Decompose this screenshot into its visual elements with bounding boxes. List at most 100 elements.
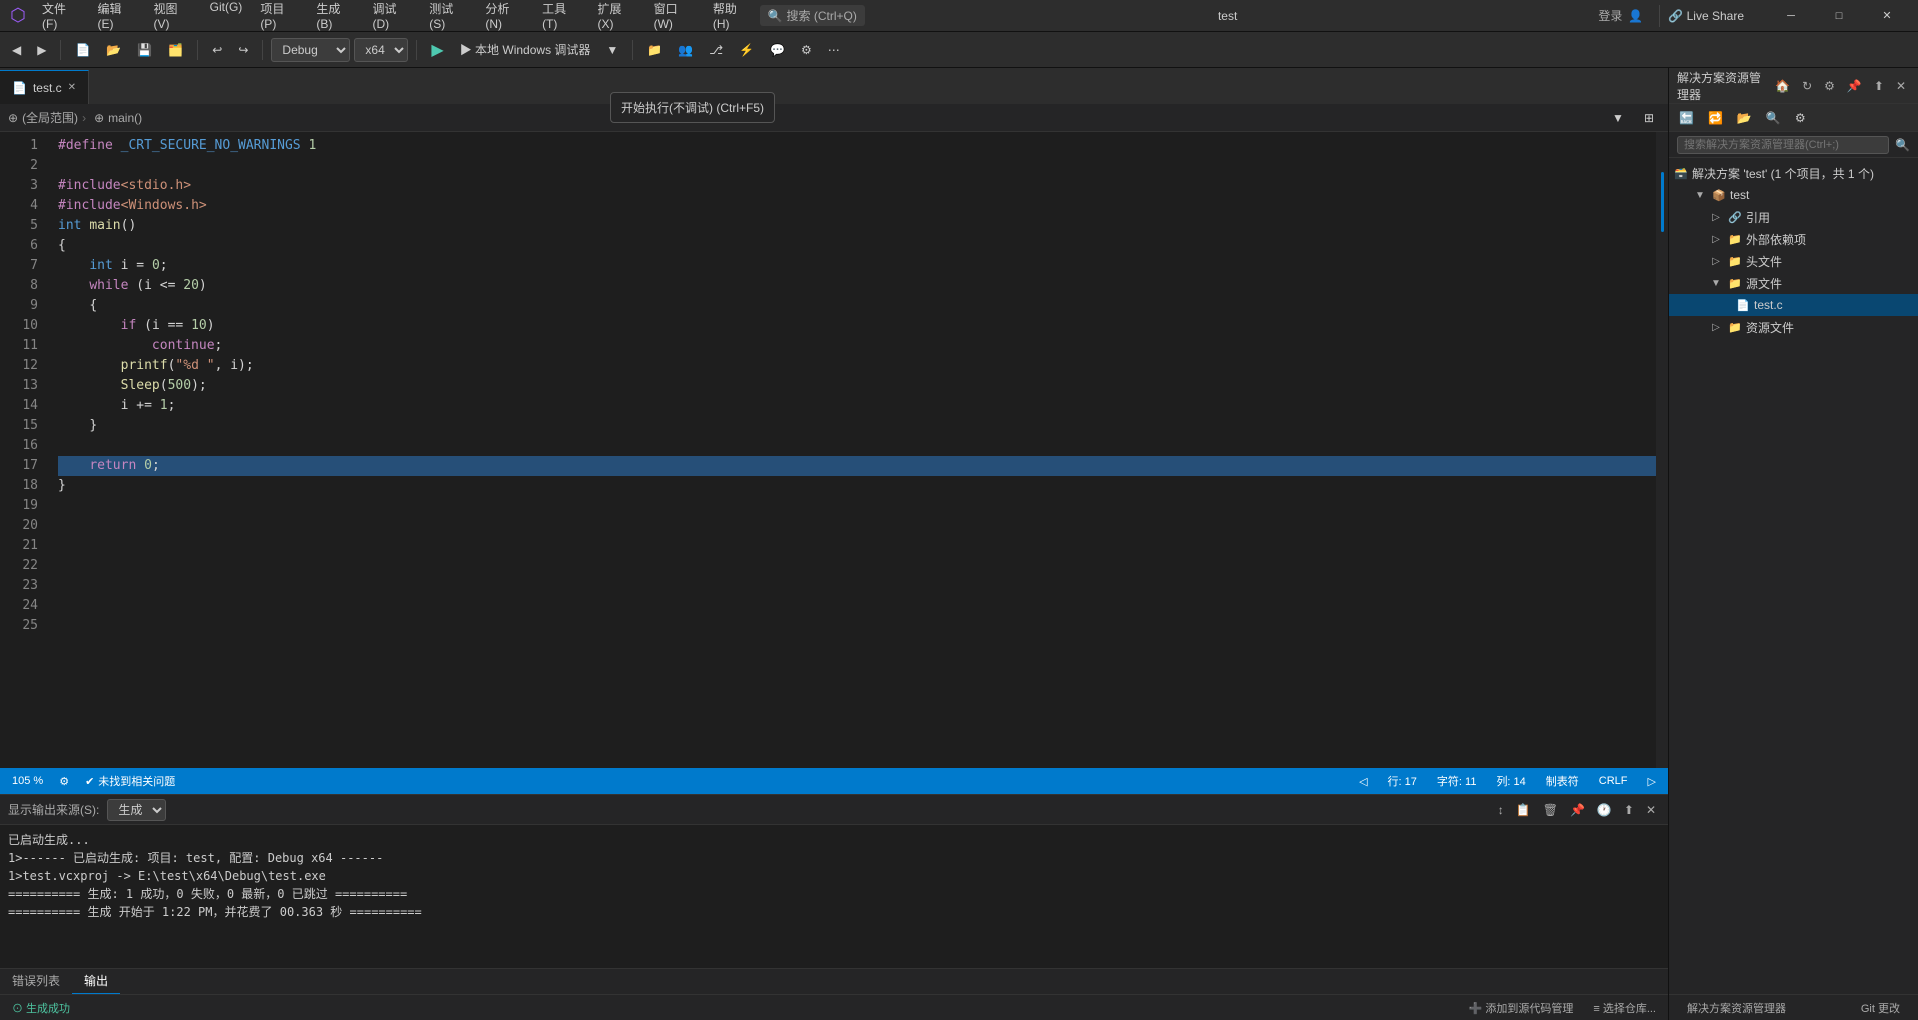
panel-copy-btn[interactable]: 📋 [1512, 801, 1535, 819]
code-line-9: { [58, 296, 1656, 316]
editor-collapse-btn[interactable]: ▼ [1606, 108, 1630, 128]
live-share-button[interactable]: 🔗 Live Share [1659, 5, 1752, 27]
title-search-box[interactable]: 🔍 搜索 (Ctrl+Q) [760, 5, 865, 26]
toolbar-open[interactable]: 📂 [100, 40, 127, 60]
close-button[interactable]: ✕ [1864, 0, 1910, 32]
menu-extensions[interactable]: 扩展(X) [590, 0, 644, 35]
se-btn-3[interactable]: 📂 [1731, 108, 1758, 128]
tab-test-c[interactable]: 📄 test.c ✕ [0, 70, 89, 104]
se-home-btn[interactable]: 🏠 [1771, 77, 1794, 95]
se-footer-tab-1[interactable]: 解决方案资源管理器 [1677, 996, 1796, 1020]
tab-close-button[interactable]: ✕ [68, 82, 76, 93]
add-to-source-btn[interactable]: ➕ 添加到源代码管理 [1465, 1000, 1578, 1016]
menu-git[interactable]: Git(G) [202, 0, 251, 35]
menu-help[interactable]: 帮助(H) [705, 0, 760, 35]
toolbar-git[interactable]: ⎇ [703, 40, 729, 60]
toolbar-back[interactable]: ◀ [6, 40, 27, 60]
se-ext-icon: 📁 [1727, 231, 1743, 247]
menu-analyze[interactable]: 分析(N) [477, 0, 532, 35]
menu-project[interactable]: 项目(P) [252, 0, 306, 35]
se-filter-btn[interactable]: ⚙ [1820, 77, 1839, 95]
panel-wrap-btn[interactable]: ↕ [1494, 801, 1508, 819]
panel-close-btn[interactable]: ✕ [1642, 801, 1660, 819]
se-pin-btn[interactable]: 📌 [1843, 77, 1866, 95]
menu-debug[interactable]: 调试(D) [365, 0, 420, 35]
se-search-icon[interactable]: 🔍 [1895, 138, 1910, 152]
se-float-btn[interactable]: ⬆ [1870, 77, 1888, 95]
se-btn-4[interactable]: 🔍 [1760, 108, 1787, 128]
status-row[interactable]: 行: 17 [1384, 773, 1421, 789]
search-label: 搜索 (Ctrl+Q) [787, 7, 857, 24]
status-char[interactable]: 字符: 11 [1433, 773, 1481, 789]
breadcrumb-function[interactable]: ⊕ main() [94, 111, 142, 125]
status-encoding[interactable]: CRLF [1595, 775, 1632, 787]
run-dropdown[interactable]: ▼ [600, 40, 624, 60]
se-external-item[interactable]: ▷ 📁 外部依赖项 [1669, 228, 1918, 250]
maximize-button[interactable]: □ [1816, 0, 1862, 32]
minimize-button[interactable]: ─ [1768, 0, 1814, 32]
menu-test[interactable]: 测试(S) [421, 0, 475, 35]
status-tab[interactable]: 制表符 [1542, 773, 1583, 789]
menu-view[interactable]: 视图(V) [146, 0, 200, 35]
run-label[interactable]: ▶ 本地 Windows 调试器 [454, 38, 597, 61]
window-title: test [865, 9, 1591, 23]
se-btn-2[interactable]: 🔁 [1702, 108, 1729, 128]
menu-window[interactable]: 窗口(W) [646, 0, 703, 35]
login-label[interactable]: 登录 [1598, 7, 1622, 24]
toolbar-more[interactable]: ⋯ [822, 40, 846, 60]
editor-split-btn[interactable]: ⊞ [1638, 108, 1660, 128]
se-testc-item[interactable]: 📄 test.c [1669, 294, 1918, 316]
se-search-bar: 🔍 [1669, 132, 1918, 158]
panel-pin-btn[interactable]: 📌 [1566, 801, 1589, 819]
breadcrumb-scope[interactable]: ⊕ (全局范围) › [8, 109, 86, 126]
toolbar-forward[interactable]: ▶ [31, 40, 52, 60]
panel-float-btn[interactable]: ⬆ [1620, 801, 1638, 819]
panel-clear-btn[interactable]: 🗑 [1539, 801, 1562, 819]
toolbar-solution-explorer[interactable]: 📁 [641, 40, 668, 60]
menu-build[interactable]: 生成(B) [308, 0, 362, 35]
code-line-12: printf("%d ", i); [58, 356, 1656, 376]
se-search-input[interactable] [1677, 136, 1889, 154]
solution-explorer: 解决方案资源管理器 🏠 ↻ ⚙ 📌 ⬆ ✕ 🔙 🔁 📂 🔍 ⚙ 🔍 🗃️ 解决方… [1668, 68, 1918, 1020]
run-debugger-button[interactable]: ▶ [425, 37, 449, 63]
run-tooltip: 开始执行(不调试) (Ctrl+F5) [610, 92, 775, 123]
status-settings-icon[interactable]: ⚙ [55, 775, 73, 788]
toolbar-diagnostics[interactable]: ⚡ [733, 40, 760, 60]
login-area[interactable]: 登录 👤 [1590, 7, 1651, 24]
se-resources-item[interactable]: ▷ 📁 资源文件 [1669, 316, 1918, 338]
output-source-select[interactable]: 生成 [107, 799, 166, 821]
toolbar-save-all[interactable]: 🗂️ [162, 40, 189, 60]
toolbar-save[interactable]: 💾 [131, 40, 158, 60]
se-solution-item[interactable]: 🗃️ 解决方案 'test' (1 个项目，共 1 个) [1669, 162, 1918, 184]
status-col[interactable]: 列: 14 [1492, 773, 1529, 789]
code-editor[interactable]: #define _CRT_SECURE_NO_WARNINGS 1 #inclu… [50, 132, 1656, 768]
toolbar-team[interactable]: 👥 [672, 40, 699, 60]
tab-output[interactable]: 输出 [72, 968, 120, 995]
toolbar-new[interactable]: 📄 [69, 40, 96, 60]
toolbar-settings[interactable]: ⚙ [795, 40, 818, 60]
se-ref-item[interactable]: ▷ 🔗 引用 [1669, 206, 1918, 228]
panel-clock-btn[interactable]: 🕐 [1593, 801, 1616, 819]
select-repo-btn[interactable]: ≡ 选择仓库... [1589, 1000, 1660, 1016]
debug-config-select[interactable]: Debug Release [271, 38, 350, 62]
status-no-problems[interactable]: ✔ 未找到相关问题 [81, 773, 179, 789]
se-source-item[interactable]: ▼ 📁 源文件 [1669, 272, 1918, 294]
tab-error-list[interactable]: 错误列表 [0, 968, 72, 995]
menu-edit[interactable]: 编辑(E) [89, 0, 143, 35]
se-close-btn[interactable]: ✕ [1892, 77, 1910, 95]
se-project-item[interactable]: ▼ 📦 test [1669, 184, 1918, 206]
se-btn-1[interactable]: 🔙 [1673, 108, 1700, 128]
toolbar-undo[interactable]: ↩ [206, 40, 228, 60]
se-btn-5[interactable]: ⚙ [1789, 108, 1812, 128]
menu-file[interactable]: 文件(F) [34, 0, 87, 35]
code-line-1: #define _CRT_SECURE_NO_WARNINGS 1 [58, 136, 1656, 156]
se-footer-tab-2[interactable]: Git 更改 [1851, 996, 1910, 1020]
toolbar-redo[interactable]: ↪ [232, 40, 254, 60]
toolbar-feedback[interactable]: 💬 [764, 40, 791, 60]
se-refresh-btn[interactable]: ↻ [1798, 77, 1816, 95]
status-zoom[interactable]: 105 % [8, 775, 47, 787]
code-line-19 [58, 496, 1656, 516]
platform-select[interactable]: x64 x86 [354, 38, 408, 62]
menu-tools[interactable]: 工具(T) [534, 0, 587, 35]
se-headers-item[interactable]: ▷ 📁 头文件 [1669, 250, 1918, 272]
